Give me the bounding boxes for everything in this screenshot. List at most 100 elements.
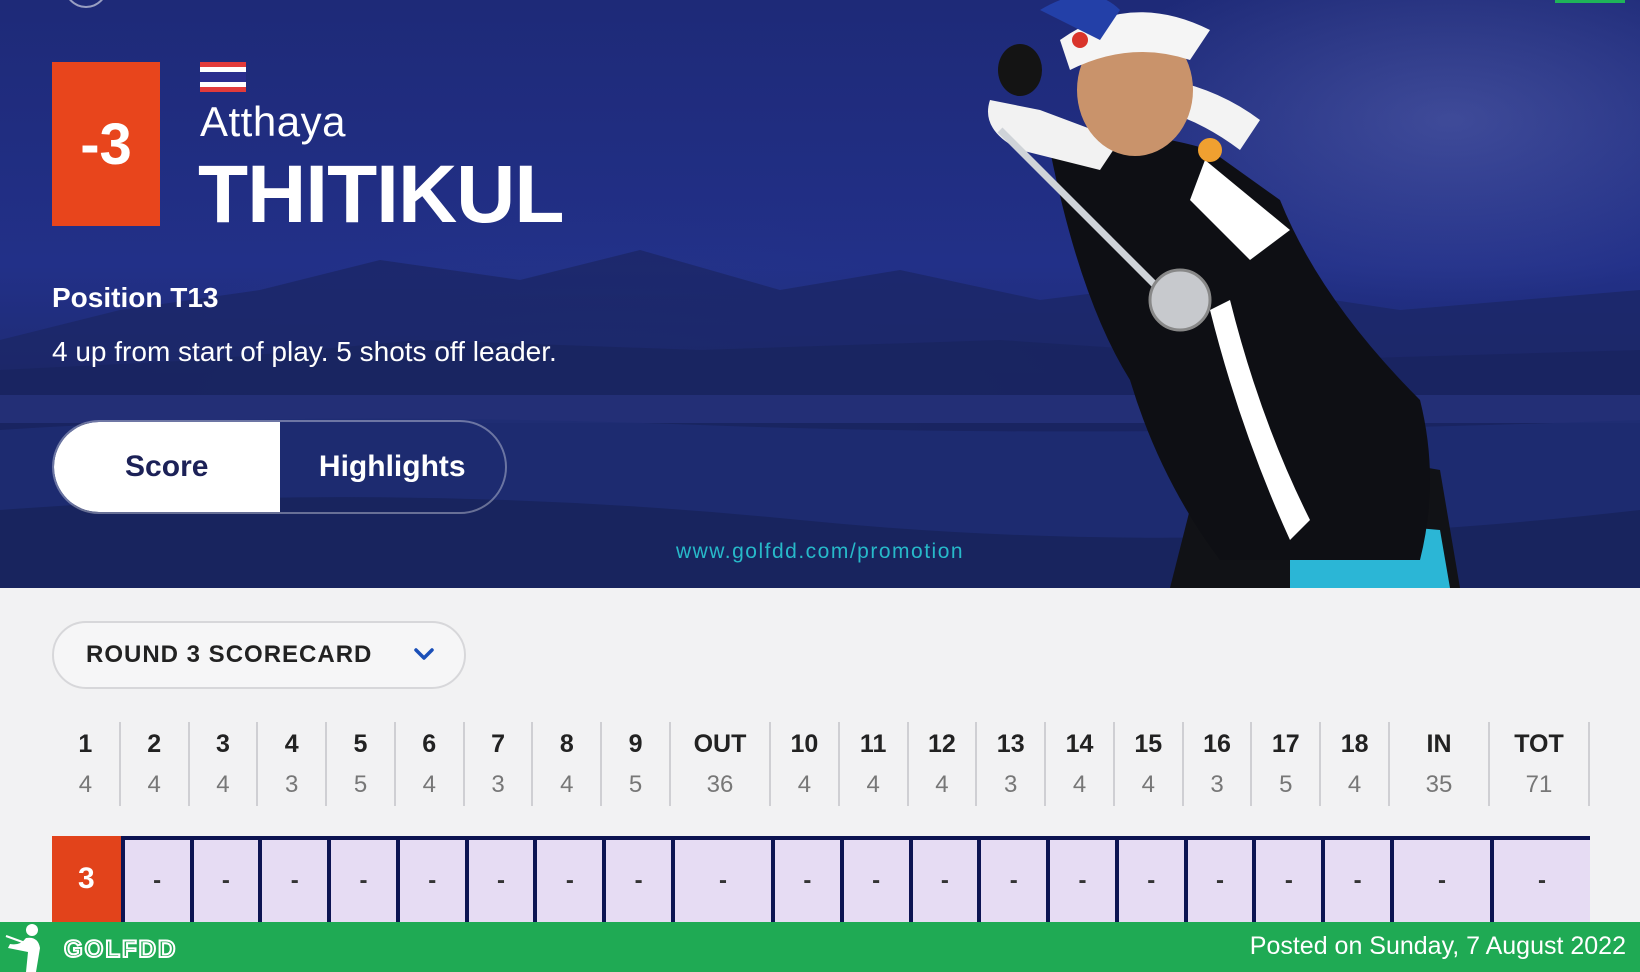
- hole-number: 1: [78, 730, 93, 758]
- hole-par: 35: [1425, 771, 1453, 798]
- hole-par: 4: [935, 771, 949, 798]
- hole-number: 3: [215, 730, 230, 758]
- round-scorecard-dropdown[interactable]: ROUND 3 SCORECARD: [52, 621, 466, 689]
- hole-par: 5: [628, 771, 643, 798]
- hole-column: 16 3: [1184, 722, 1253, 806]
- hole-score: -: [537, 840, 603, 922]
- posted-date: Posted on Sunday, 7 August 2022: [1249, 932, 1626, 960]
- chevron-down-icon: [414, 648, 434, 660]
- hole-column: 13 3: [977, 722, 1047, 806]
- hole-number: 9: [628, 730, 643, 758]
- hole-score: -: [912, 840, 978, 922]
- golfdd-logo: GOLFDD: [5, 924, 177, 972]
- hole-score: -: [1187, 840, 1253, 922]
- player-summary: 4 up from start of play. 5 shots off lea…: [52, 336, 557, 367]
- hole-par: 3: [285, 771, 299, 798]
- footer-bar: GOLFDD Posted on Sunday, 7 August 2022: [0, 922, 1640, 972]
- hole-par: 4: [1072, 771, 1087, 798]
- brand-name: GOLFDD: [64, 936, 177, 963]
- golfer-logo-icon: [5, 924, 40, 972]
- hole-score: -: [1256, 840, 1322, 922]
- hole-column: 10 4: [771, 722, 840, 806]
- hole-score: -: [606, 840, 671, 922]
- player-photo: [988, 0, 1460, 588]
- hole-number: 11: [859, 730, 887, 758]
- hole-number: TOT: [1514, 730, 1564, 758]
- hole-par: 36: [706, 771, 734, 798]
- top-logo-edge: [64, 0, 108, 8]
- hole-number: 13: [996, 730, 1025, 758]
- hole-column: 64: [396, 722, 465, 806]
- hole-column: 17 5: [1252, 722, 1322, 806]
- hole-score: -: [675, 840, 771, 922]
- hole-score: -: [331, 840, 396, 922]
- hole-score: -: [843, 840, 909, 922]
- hole-number: 16: [1203, 730, 1231, 758]
- hole-number: 2: [147, 730, 162, 758]
- hole-column: 11 4: [840, 722, 909, 806]
- hole-column: 14: [52, 722, 121, 806]
- scorecard-header: 1 4 2 4 3 4 4 3 5 5 6 4 7 3 8 4 9 5 OUT 36 10 4 11 4 12 4 13 3 14 4 15…: [52, 722, 1590, 806]
- hole-column: 84: [533, 722, 603, 806]
- hole-score: -: [1494, 840, 1590, 922]
- hole-number: 18: [1340, 730, 1369, 758]
- hole-score: -: [1050, 840, 1115, 922]
- hole-number: 14: [1065, 730, 1094, 758]
- hole-number: 12: [928, 730, 956, 758]
- hole-number: 10: [790, 730, 819, 758]
- hole-score: -: [399, 840, 465, 922]
- top-accent-bar: [1555, 0, 1625, 3]
- hole-par: 4: [560, 771, 574, 798]
- hole-score: -: [193, 840, 259, 922]
- hole-par: 4: [78, 771, 93, 798]
- hole-column: 34: [190, 722, 259, 806]
- hole-number: 6: [422, 730, 437, 758]
- hole-column: 12 4: [909, 722, 978, 806]
- hole-par: 4: [422, 771, 436, 798]
- hole-column: 55: [327, 722, 396, 806]
- hole-column: 15 4: [1115, 722, 1184, 806]
- hole-number: 7: [491, 730, 505, 758]
- hole-par: 4: [866, 771, 880, 798]
- hole-score: -: [1325, 840, 1390, 922]
- hole-column: 43: [258, 722, 328, 806]
- hole-column: 95: [602, 722, 671, 806]
- hole-number: 8: [559, 730, 574, 758]
- player-last-name: THITIKUL: [198, 149, 564, 240]
- hole-column: 18 4: [1321, 722, 1390, 806]
- hole-score-completed: 3: [52, 836, 121, 922]
- hole-column: 14 4: [1046, 722, 1115, 806]
- scorecard-score-row: 3--------------------: [52, 836, 1590, 922]
- hole-par: 3: [1004, 771, 1018, 798]
- to-par-score-badge: -3: [52, 62, 160, 226]
- hole-score: -: [1394, 840, 1490, 922]
- hole-par: 3: [1210, 771, 1224, 798]
- hole-par: 4: [797, 771, 812, 798]
- watermark-url: www.golfdd.com/promotion: [675, 540, 965, 563]
- hole-number: 17: [1271, 730, 1300, 758]
- tab-score[interactable]: Score: [54, 422, 280, 512]
- hole-par: 4: [147, 771, 161, 798]
- hole-number: 4: [284, 730, 299, 758]
- hole-par: 4: [1141, 771, 1155, 798]
- hole-score: -: [1118, 840, 1184, 922]
- player-first-name: Atthaya: [200, 98, 346, 145]
- hole-column: TOT 71: [1490, 722, 1590, 806]
- score-highlights-toggle: Score Highlights: [52, 420, 507, 514]
- hole-par: 71: [1525, 771, 1553, 798]
- tab-highlights[interactable]: Highlights: [280, 422, 506, 512]
- hole-score: -: [262, 840, 328, 922]
- hole-column: 24: [121, 722, 190, 806]
- hole-number: 15: [1134, 730, 1163, 758]
- hole-par: 4: [216, 771, 230, 798]
- hole-score: -: [468, 840, 534, 922]
- hole-par: 4: [1347, 771, 1362, 798]
- hole-score: -: [981, 840, 1047, 922]
- hole-par: 5: [1279, 771, 1293, 798]
- hole-column: 73: [465, 722, 534, 806]
- hole-number: IN: [1426, 730, 1452, 758]
- dropdown-label: ROUND 3 SCORECARD: [86, 641, 373, 668]
- hole-par: 5: [353, 771, 368, 798]
- hole-par: 3: [491, 771, 505, 798]
- hole-score: -: [124, 840, 190, 922]
